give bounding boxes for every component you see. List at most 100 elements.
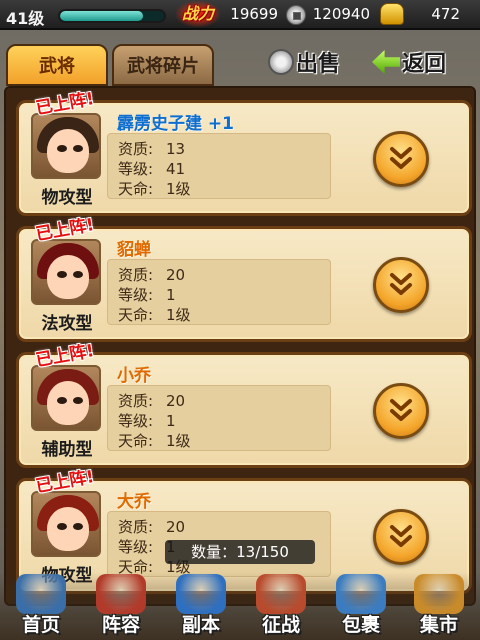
nav-home[interactable]: 首页 bbox=[2, 572, 80, 640]
back-label: 返回 bbox=[402, 52, 447, 77]
face bbox=[47, 255, 89, 299]
nav-label: 首页 bbox=[21, 614, 60, 636]
general-card[interactable]: 已上阵! 法攻型 貂蝉 资质: 20 等级: 1 天命: 1级 bbox=[16, 215, 472, 342]
stat-level: 等级: 1 bbox=[118, 410, 176, 431]
general-count: 数量：13/150 bbox=[165, 540, 315, 564]
stat-aptitude: 资质: 20 bbox=[118, 516, 185, 537]
stat-key: 等级: bbox=[118, 160, 154, 178]
sword-icon bbox=[176, 574, 226, 614]
stat-value: 41 bbox=[166, 160, 186, 178]
expand-button[interactable] bbox=[373, 509, 429, 565]
stat-value: 20 bbox=[166, 266, 186, 284]
back-button[interactable]: 返回 bbox=[372, 46, 466, 80]
general-name: 大乔 bbox=[117, 492, 151, 512]
stat-value: 1级 bbox=[166, 306, 191, 324]
nav-dungeon[interactable]: 副本 bbox=[162, 572, 240, 640]
stat-destiny: 天命: 1级 bbox=[118, 304, 191, 325]
general-list[interactable]: 已上阵! 物攻型 霹雳史子建 +1 资质: 13 等级: 41 天命: 1级 已上阵!… bbox=[4, 86, 476, 606]
general-type: 辅助型 bbox=[41, 440, 93, 460]
stat-key: 等级: bbox=[118, 538, 154, 556]
stat-aptitude: 资质: 20 bbox=[118, 264, 185, 285]
general-card[interactable]: 已上阵! 辅助型 小乔 资质: 20 等级: 1 天命: 1级 bbox=[16, 341, 472, 468]
eye bbox=[57, 523, 67, 530]
coin-icon bbox=[268, 49, 294, 75]
arrow-left-icon bbox=[372, 50, 400, 74]
eye bbox=[57, 271, 67, 278]
exp-fill bbox=[60, 11, 144, 21]
chevron-double-down-icon bbox=[390, 147, 412, 169]
eye bbox=[57, 145, 67, 152]
stat-key: 等级: bbox=[118, 286, 154, 304]
nav-label: 副本 bbox=[181, 614, 220, 636]
eye bbox=[57, 397, 67, 404]
eye bbox=[73, 271, 83, 278]
stat-aptitude: 资质: 20 bbox=[118, 390, 185, 411]
stat-key: 天命: bbox=[118, 180, 154, 198]
stat-destiny: 天命: 1级 bbox=[118, 178, 191, 199]
face bbox=[47, 507, 89, 551]
stat-value: 13 bbox=[166, 140, 186, 158]
gold-value: 472 bbox=[431, 5, 460, 23]
nav-market[interactable]: 集市 bbox=[400, 572, 478, 640]
stat-key: 资质: bbox=[118, 392, 154, 410]
tab-general-fragments[interactable]: 武将碎片 bbox=[112, 44, 214, 86]
stat-key: 资质: bbox=[118, 266, 154, 284]
stat-key: 等级: bbox=[118, 412, 154, 430]
nav-campaign[interactable]: 征战 bbox=[242, 572, 320, 640]
chevron-double-down-icon bbox=[390, 525, 412, 547]
general-portrait bbox=[31, 491, 101, 557]
power-value: 19699 bbox=[230, 5, 278, 23]
lineup-icon bbox=[96, 574, 146, 614]
stat-value: 1级 bbox=[166, 432, 191, 450]
coin-value: 120940 bbox=[312, 5, 370, 23]
nav-label: 集市 bbox=[419, 614, 458, 636]
exp-bar bbox=[58, 9, 166, 23]
stat-key: 天命: bbox=[118, 432, 154, 450]
chevron-double-down-icon bbox=[390, 399, 412, 421]
face bbox=[47, 381, 89, 425]
stat-value: 1 bbox=[166, 412, 176, 430]
nav-lineup[interactable]: 阵容 bbox=[82, 572, 160, 640]
general-name: 霹雳史子建 +1 bbox=[117, 114, 234, 134]
stat-aptitude: 资质: 13 bbox=[118, 138, 185, 159]
target-icon bbox=[256, 574, 306, 614]
stat-level: 等级: 41 bbox=[118, 158, 185, 179]
general-name: 小乔 bbox=[117, 366, 151, 386]
gold-ingot-icon bbox=[380, 3, 404, 25]
stat-value: 1级 bbox=[166, 180, 191, 198]
face bbox=[47, 129, 89, 173]
bag-icon bbox=[336, 574, 386, 614]
status-bar: 41级 战力 19699 120940 472 bbox=[0, 0, 480, 30]
stats-panel: 资质: 20 等级: 1 天命: 1级 bbox=[107, 385, 331, 451]
bottom-nav: 首页 阵容 副本 征战 包裹 集市 bbox=[0, 572, 480, 640]
stat-key: 资质: bbox=[118, 140, 154, 158]
general-portrait bbox=[31, 113, 101, 179]
stats-panel: 资质: 20 等级: 1 天命: 1级 bbox=[107, 259, 331, 325]
general-card[interactable]: 已上阵! 物攻型 霹雳史子建 +1 资质: 13 等级: 41 天命: 1级 bbox=[16, 89, 472, 216]
coin-icon bbox=[286, 5, 306, 25]
nav-label: 包裹 bbox=[341, 614, 380, 636]
player-level: 41级 bbox=[6, 9, 45, 28]
stats-panel: 资质: 13 等级: 41 天命: 1级 bbox=[107, 133, 331, 199]
stat-destiny: 天命: 1级 bbox=[118, 430, 191, 451]
nav-bag[interactable]: 包裹 bbox=[322, 572, 400, 640]
power-label: 战力 bbox=[176, 1, 220, 27]
stat-key: 资质: bbox=[118, 518, 154, 536]
general-type: 物攻型 bbox=[41, 188, 93, 208]
sell-button[interactable]: 出售 bbox=[268, 46, 360, 80]
stat-value: 20 bbox=[166, 518, 186, 536]
expand-button[interactable] bbox=[373, 257, 429, 313]
sell-label: 出售 bbox=[296, 52, 341, 77]
expand-button[interactable] bbox=[373, 131, 429, 187]
eye bbox=[73, 145, 83, 152]
general-name: 貂蝉 bbox=[117, 240, 151, 260]
nav-label: 征战 bbox=[261, 614, 300, 636]
home-icon bbox=[16, 574, 66, 614]
stat-value: 1 bbox=[166, 286, 176, 304]
market-icon bbox=[414, 574, 464, 614]
nav-label: 阵容 bbox=[101, 614, 140, 636]
expand-button[interactable] bbox=[373, 383, 429, 439]
tab-generals[interactable]: 武将 bbox=[6, 44, 108, 86]
chevron-double-down-icon bbox=[390, 273, 412, 295]
general-portrait bbox=[31, 365, 101, 431]
